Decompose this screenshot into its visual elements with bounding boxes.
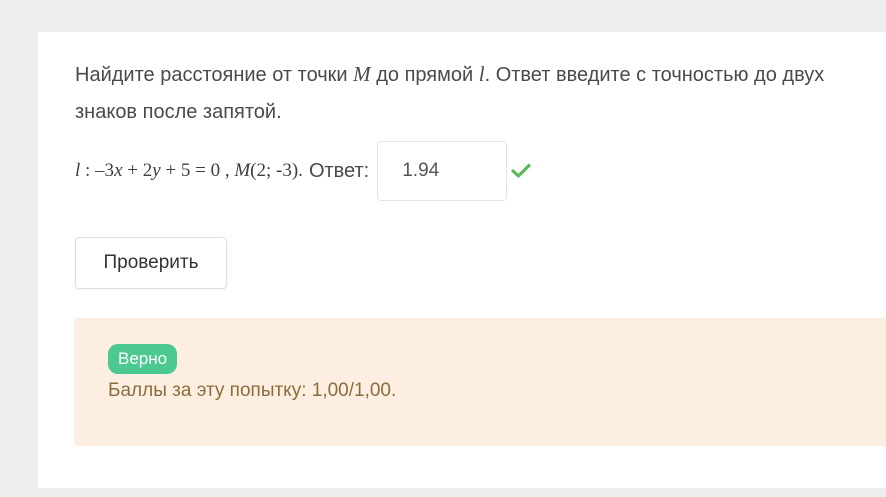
- feedback-box: Верно Баллы за эту попытку: 1,00/1,00.: [74, 318, 886, 446]
- point-symbol: M: [353, 62, 371, 86]
- formula-coords: (2; -3).: [250, 160, 303, 181]
- formula-plus2: + 2: [122, 160, 153, 181]
- formula-line: l : –3x + 2y + 5 = 0 , M(2; -3). Ответ: …: [75, 140, 531, 202]
- check-button[interactable]: Проверить: [75, 237, 227, 289]
- question-text: Найдите расстояние от точки M до прямой …: [75, 56, 835, 131]
- formula-point: M: [234, 160, 251, 181]
- formula-x: x: [114, 160, 123, 181]
- question-card: Найдите расстояние от точки M до прямой …: [38, 32, 886, 488]
- check-icon: [511, 161, 531, 181]
- formula-colon: : –3: [80, 160, 115, 181]
- question-part1: Найдите расстояние от точки: [75, 64, 354, 86]
- answer-label: Ответ:: [308, 159, 370, 182]
- question-part2: до прямой: [370, 64, 479, 86]
- formula-rest: + 5 = 0 ,: [160, 160, 235, 181]
- answer-input[interactable]: 1.94: [377, 141, 508, 201]
- formula: l : –3x + 2y + 5 = 0 , M(2; -3).: [75, 160, 303, 182]
- score-text: Баллы за эту попытку: 1,00/1,00.: [108, 380, 397, 401]
- formula-y: y: [152, 160, 161, 181]
- answer-value: 1.94: [402, 160, 440, 181]
- status-badge: Верно: [108, 344, 178, 374]
